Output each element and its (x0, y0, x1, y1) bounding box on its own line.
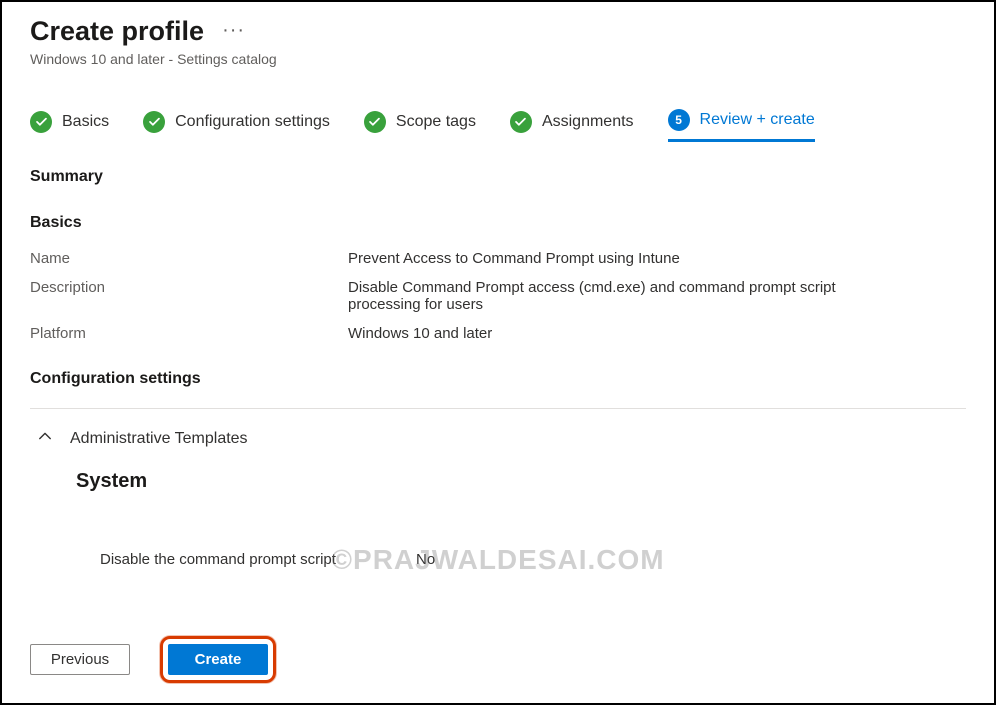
page-subtitle: Windows 10 and later - Settings catalog (30, 51, 966, 67)
platform-label: Platform (30, 325, 348, 342)
step-label: Scope tags (396, 113, 476, 131)
create-button[interactable]: Create (168, 644, 268, 675)
chevron-up-icon (38, 429, 52, 448)
more-icon[interactable]: ··· (222, 20, 245, 44)
step-scope-tags[interactable]: Scope tags (364, 111, 476, 141)
step-label: Review + create (700, 111, 815, 129)
step-number-icon: 5 (668, 109, 690, 131)
system-group-label: System (30, 470, 966, 493)
step-assignments[interactable]: Assignments (510, 111, 634, 141)
description-label: Description (30, 279, 348, 296)
footer-actions: Previous Create (30, 636, 276, 683)
step-label: Configuration settings (175, 113, 330, 131)
description-value: Disable Command Prompt access (cmd.exe) … (348, 279, 908, 313)
divider (30, 408, 966, 409)
admin-templates-label: Administrative Templates (70, 430, 248, 448)
basics-heading: Basics (30, 214, 966, 232)
wizard-steps: Basics Configuration settings Scope tags… (30, 109, 966, 142)
basics-kv-grid: Name Prevent Access to Command Prompt us… (30, 250, 966, 342)
previous-button[interactable]: Previous (30, 644, 130, 675)
page-title: Create profile (30, 16, 204, 47)
setting-name: Disable the command prompt script (100, 551, 416, 568)
step-basics[interactable]: Basics (30, 111, 109, 141)
setting-row: Disable the command prompt script No (30, 551, 966, 568)
highlight-ring: Create (160, 636, 276, 683)
check-icon (143, 111, 165, 133)
platform-value: Windows 10 and later (348, 325, 492, 342)
summary-heading: Summary (30, 168, 966, 186)
config-settings-heading: Configuration settings (30, 370, 966, 388)
name-value: Prevent Access to Command Prompt using I… (348, 250, 680, 267)
check-icon (510, 111, 532, 133)
name-label: Name (30, 250, 348, 267)
step-label: Basics (62, 113, 109, 131)
check-icon (30, 111, 52, 133)
step-label: Assignments (542, 113, 634, 131)
step-configuration-settings[interactable]: Configuration settings (143, 111, 330, 141)
check-icon (364, 111, 386, 133)
admin-templates-expander[interactable]: Administrative Templates (30, 429, 966, 448)
step-review-create[interactable]: 5 Review + create (668, 109, 815, 142)
setting-value: No (416, 551, 435, 568)
